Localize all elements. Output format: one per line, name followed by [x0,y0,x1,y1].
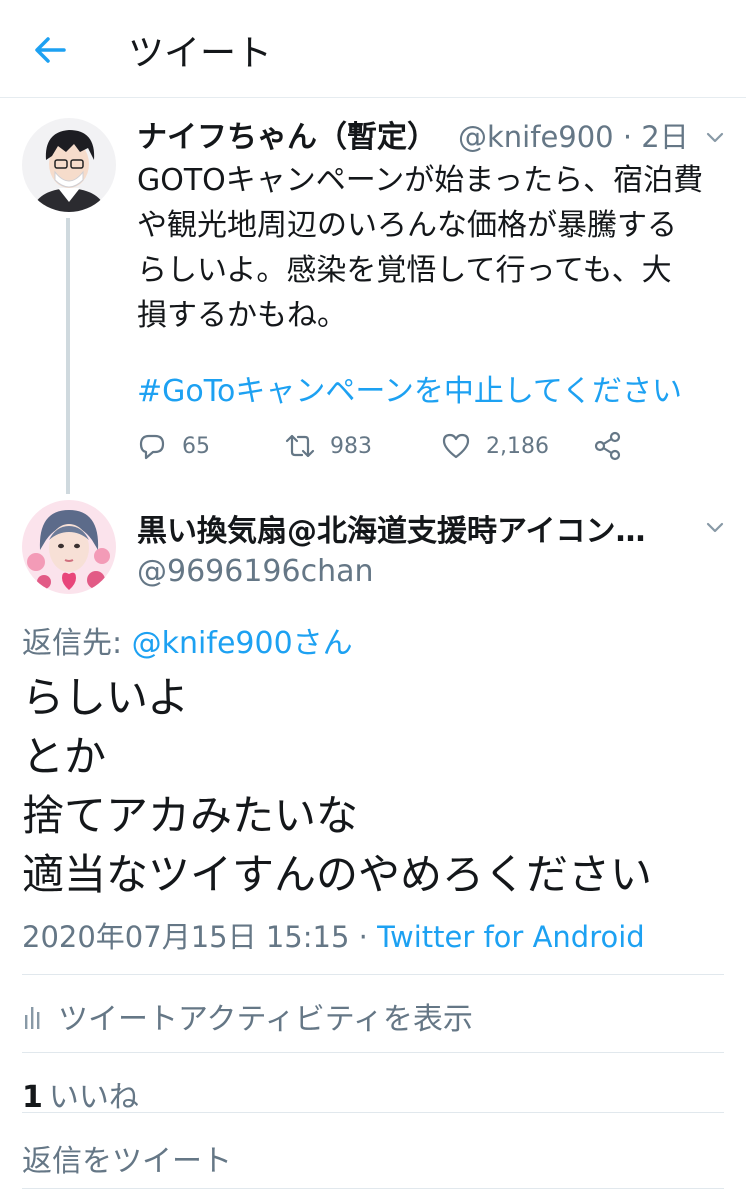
reply-tweet-menu-button[interactable] [700,512,730,542]
reply-to-line: 返信先: @knife900さん [22,618,353,662]
likes-count: 1 [22,1080,43,1115]
top-bar: ツイート [0,0,746,98]
bar-chart-icon [25,1007,40,1029]
reply-composer-input[interactable]: 返信をツイート [22,1136,232,1180]
avatar-9696196chan[interactable] [22,500,116,594]
share-icon [594,431,621,461]
retweet-icon [285,434,315,458]
tweet-text-line: とか [22,732,107,781]
divider [22,1112,724,1113]
tweet-text-line: GOTOキャンペーンが始まったら、宿泊費 [137,163,704,198]
tweet-metadata: 2020年07月15日 15:15 · Twitter for Android [22,914,645,956]
reply-tweet-text: らしいよ とか 捨てアカみたいな 適当なツイすんのやめろください [22,668,652,904]
page-title: ツイート [128,33,273,74]
retweet-count: 983 [330,433,372,459]
heart-icon [442,433,470,459]
parent-tweet-text: GOTOキャンペーンが始まったら、宿泊費 や観光地周辺のいろんな価格が暴騰する … [137,158,727,338]
like-button[interactable]: 2,186 [440,426,549,466]
divider [22,1052,724,1053]
view-tweet-activity-button[interactable]: ツイートアクティビティを表示 [22,996,473,1037]
reply-count: 65 [182,433,210,459]
tweet-text-line: らしいよ [22,673,190,722]
tweet-text-line: 適当なツイすんのやめろください [22,850,653,899]
tweet-text-line: 損するかもね。 [137,298,347,333]
divider [22,1188,724,1189]
likes-summary[interactable]: 1 いいね [22,1072,139,1116]
tweet-source-link[interactable]: Twitter for Android [377,920,645,954]
reply-display-name[interactable]: 黒い換気扇@北海道支援時アイコン… [137,506,646,550]
retweet-button[interactable]: 983 [284,426,372,466]
hashtag-link[interactable]: #GoToキャンペーンを中止してください [137,366,682,410]
tweet-timestamp: 2020年07月15日 15:15 · [22,920,378,954]
reply-to-mention-link[interactable]: @knife900さん [132,626,353,661]
back-button[interactable] [26,26,74,74]
reply-handle[interactable]: @9696196chan [137,554,374,589]
chevron-down-icon [706,132,724,143]
parent-handle-time: @knife900 · 2日 [458,120,689,154]
arrow-left-icon [35,37,66,63]
activity-label: ツイートアクティビティを表示 [58,1002,473,1037]
divider [22,974,724,975]
avatar-image [22,118,116,212]
parent-tweet-menu-button[interactable] [700,122,730,152]
tweet-text-line: や観光地周辺のいろんな価格が暴騰する [137,208,677,243]
avatar-image [22,500,116,594]
reply-button[interactable]: 65 [136,426,210,466]
likes-label: いいね [48,1080,139,1115]
like-count: 2,186 [486,433,549,459]
share-button[interactable] [592,426,624,466]
reply-icon [139,434,165,460]
tweet-detail-screen: ツイート ナイフちゃん（暫定） @knife900 · 2日 GOTOキャンペー… [0,0,746,1200]
avatar-knife900[interactable] [22,118,116,212]
tweet-text-line: 捨てアカみたいな [22,791,359,840]
reply-to-label: 返信先: [22,626,132,661]
parent-display-name[interactable]: ナイフちゃん（暫定） [137,112,437,156]
parent-tweet-actions: 65 983 2,186 [0,426,746,466]
chevron-down-icon [706,522,724,533]
tweet-text-line: らしいよ。感染を覚悟して行っても、大 [137,253,672,288]
